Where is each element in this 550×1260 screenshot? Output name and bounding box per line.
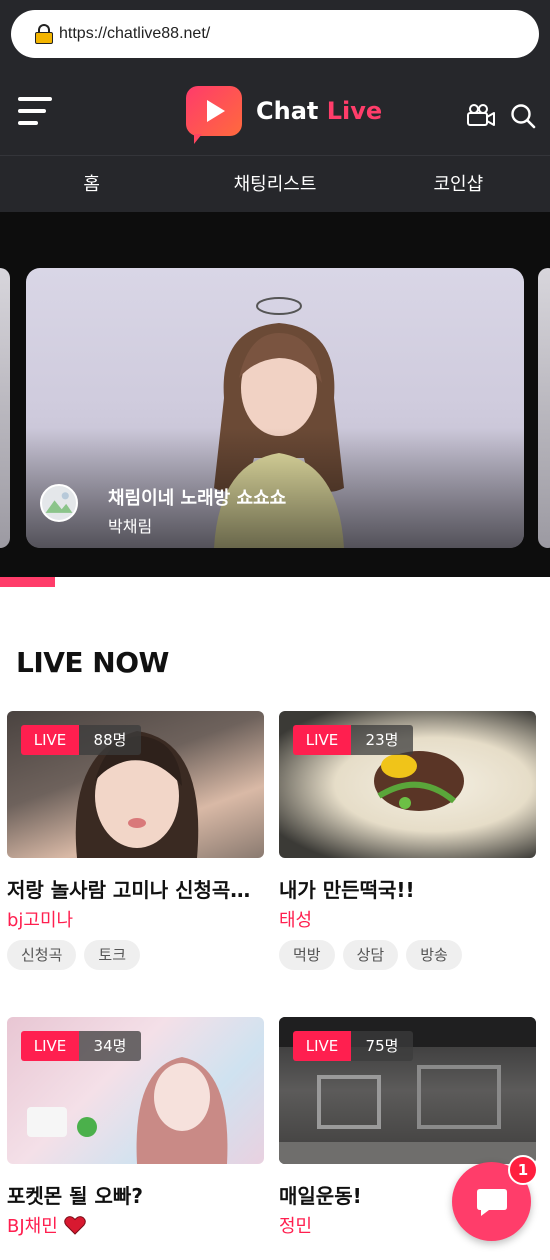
nav-home[interactable]: 홈 xyxy=(0,156,183,212)
search-icon[interactable] xyxy=(510,103,536,129)
carousel-next-slide[interactable] xyxy=(538,268,550,548)
viewer-count: 75명 xyxy=(351,1031,413,1061)
carousel-progress-fill xyxy=(0,577,55,587)
play-logo-icon xyxy=(186,86,242,144)
stream-tag[interactable]: 방송 xyxy=(406,940,462,970)
viewer-count: 88명 xyxy=(79,725,141,755)
stream-tag[interactable]: 신청곡 xyxy=(7,940,77,970)
stream-card[interactable]: LIVE 88명 저랑 놀사람 고미나 신청곡… bj고미나 신청곡 토크 xyxy=(7,711,264,970)
stream-card[interactable]: LIVE 34명 포켓몬 될 오빠? BJ채민 xyxy=(7,1017,264,1238)
stream-title[interactable]: 저랑 놀사람 고미나 신청곡… xyxy=(7,874,264,903)
live-now-heading: LIVE NOW xyxy=(16,646,169,679)
stream-author[interactable]: BJ채민 xyxy=(7,1212,264,1238)
stream-author-name: BJ채민 xyxy=(7,1216,58,1237)
stream-author[interactable]: bj고미나 xyxy=(7,906,264,932)
live-badge: LIVE xyxy=(21,725,79,755)
unread-badge: 1 xyxy=(508,1155,538,1185)
live-badge: LIVE xyxy=(21,1031,79,1061)
stream-card[interactable]: LIVE 23명 내가 만든떡국!! 태성 먹방 상담 방송 xyxy=(279,711,536,970)
top-bar: Chat Live xyxy=(0,70,550,154)
logo-text-chat: Chat xyxy=(256,97,319,125)
live-badge: LIVE xyxy=(293,725,351,755)
logo-text-live: Live xyxy=(326,97,383,125)
carousel-progress xyxy=(0,577,550,587)
nav-coin-shop[interactable]: 코인샵 xyxy=(367,156,550,212)
stream-title[interactable]: 포켓몬 될 오빠? xyxy=(7,1180,264,1209)
featured-stream-title: 채림이네 노래방 쇼쇼쇼 xyxy=(108,488,287,509)
video-camera-icon[interactable] xyxy=(467,104,495,126)
featured-slide[interactable]: 채림이네 노래방 쇼쇼쇼 박채림 xyxy=(26,268,524,548)
stream-tag[interactable]: 먹방 xyxy=(279,940,335,970)
nav-chat-list[interactable]: 채팅리스트 xyxy=(183,156,366,212)
chat-bubble-icon xyxy=(477,1189,507,1216)
stream-thumbnail[interactable]: LIVE 34명 xyxy=(7,1017,264,1164)
viewer-count: 23명 xyxy=(351,725,413,755)
stream-tag[interactable]: 상담 xyxy=(342,940,399,970)
featured-carousel[interactable]: 채림이네 노래방 쇼쇼쇼 박채림 xyxy=(0,212,550,577)
live-badge: LIVE xyxy=(293,1031,351,1061)
address-bar[interactable]: https://chatlive88.net/ xyxy=(11,10,539,58)
heart-icon xyxy=(63,1216,86,1235)
stream-title[interactable]: 내가 만든떡국!! xyxy=(279,874,536,903)
streamer-avatar xyxy=(40,484,78,522)
url-text: https://chatlive88.net/ xyxy=(59,25,211,42)
main-nav: 홈 채팅리스트 코인샵 xyxy=(0,155,550,212)
stream-thumbnail[interactable]: LIVE 23명 xyxy=(279,711,536,858)
stream-thumbnail[interactable]: LIVE 75명 xyxy=(279,1017,536,1164)
carousel-prev-slide[interactable] xyxy=(0,268,10,548)
featured-streamer-name: 박채림 xyxy=(108,517,153,536)
stream-tag[interactable]: 토크 xyxy=(84,940,141,970)
viewer-count: 34명 xyxy=(79,1031,141,1061)
stream-thumbnail[interactable]: LIVE 88명 xyxy=(7,711,264,858)
lock-icon xyxy=(35,24,53,44)
app-header-area: https://chatlive88.net/ Chat Live 홈 채팅리스… xyxy=(0,0,550,212)
stream-author[interactable]: 태성 xyxy=(279,906,536,932)
hamburger-menu-icon[interactable] xyxy=(18,97,54,127)
logo[interactable]: Chat Live xyxy=(186,86,383,144)
stream-title-text: 포켓몬 될 오빠? xyxy=(7,1184,143,1208)
